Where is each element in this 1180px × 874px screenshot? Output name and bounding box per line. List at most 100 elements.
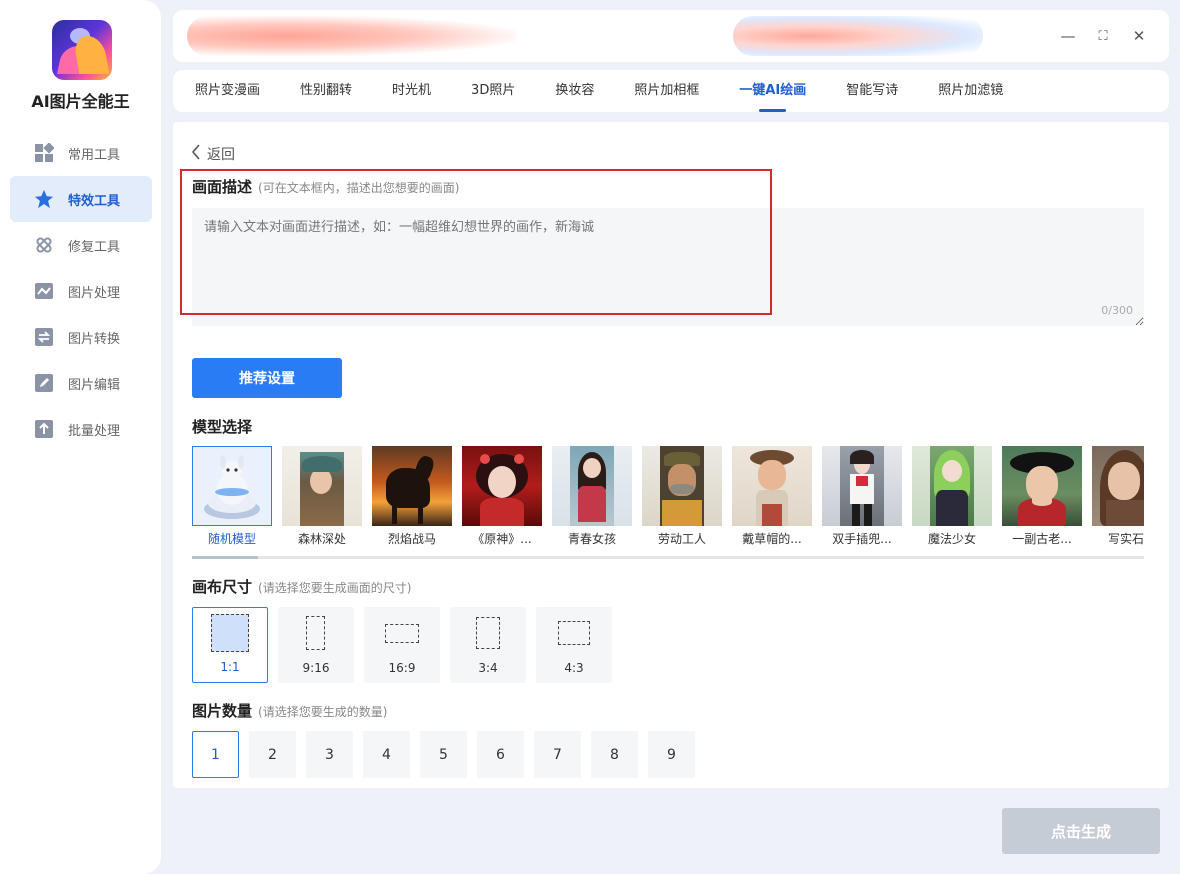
model-thumbnail bbox=[1002, 446, 1082, 526]
count-option[interactable]: 5 bbox=[420, 731, 467, 778]
model-label: 写实石板 bbox=[1107, 532, 1144, 546]
model-item[interactable]: 《原神》... bbox=[462, 446, 542, 550]
count-option[interactable]: 7 bbox=[534, 731, 581, 778]
sidebar-item-effects-tools[interactable]: 特效工具 bbox=[10, 176, 152, 222]
char-counter: 0/300 bbox=[1101, 304, 1133, 317]
blurred-banner bbox=[187, 16, 517, 56]
model-thumbnail bbox=[822, 446, 902, 526]
sidebar-item-common-tools[interactable]: 常用工具 bbox=[10, 130, 152, 176]
count-option[interactable]: 4 bbox=[363, 731, 410, 778]
model-thumbnail bbox=[1092, 446, 1144, 526]
ratio-preview bbox=[558, 621, 590, 645]
ratio-preview bbox=[306, 616, 325, 650]
count-option[interactable]: 2 bbox=[249, 731, 296, 778]
edit-icon bbox=[34, 373, 54, 393]
section-title: 图片数量 bbox=[192, 702, 253, 720]
tab-3d-photo[interactable]: 3D照片 bbox=[471, 70, 515, 112]
model-label: 戴草帽的... bbox=[742, 532, 802, 546]
model-item[interactable]: 劳动工人 bbox=[642, 446, 722, 550]
chevron-left-icon bbox=[191, 144, 201, 164]
section-hint: (请选择您要生成的数量) bbox=[258, 705, 388, 719]
model-label: 双手插兜... bbox=[832, 532, 892, 546]
count-option[interactable]: 9 bbox=[648, 731, 695, 778]
maximize-button[interactable]: ⛶ bbox=[1093, 26, 1113, 46]
model-label: 森林深处 bbox=[297, 532, 346, 546]
app-logo bbox=[52, 20, 112, 80]
model-thumbnail bbox=[732, 446, 812, 526]
sidebar-item-label: 图片处理 bbox=[68, 285, 121, 301]
back-button[interactable]: 返回 bbox=[191, 144, 235, 164]
tab-ai-painting[interactable]: 一键AI绘画 bbox=[739, 70, 806, 112]
recommend-settings-button[interactable]: 推荐设置 bbox=[192, 358, 342, 398]
count-option[interactable]: 1 bbox=[192, 731, 239, 778]
model-item-random[interactable]: 随机模型 bbox=[192, 446, 272, 550]
model-item[interactable]: 青春女孩 bbox=[552, 446, 632, 550]
model-item[interactable]: 森林深处 bbox=[282, 446, 362, 550]
model-list: 随机模型 森林深处 烈焰战马 《原神》... 青春女孩 劳动工人 戴草帽的...… bbox=[192, 446, 1144, 550]
tab-photo-filter[interactable]: 照片加滤镜 bbox=[938, 70, 1003, 112]
ratio-option-4-3[interactable]: 4:3 bbox=[536, 607, 612, 683]
title-bar: — ⛶ ✕ bbox=[173, 10, 1169, 62]
model-thumbnail bbox=[372, 446, 452, 526]
model-scrollbar[interactable] bbox=[192, 556, 1144, 559]
model-thumbnail bbox=[642, 446, 722, 526]
sidebar-item-label: 修复工具 bbox=[68, 239, 121, 255]
model-item[interactable]: 双手插兜... bbox=[822, 446, 902, 550]
ratio-preview bbox=[211, 614, 249, 652]
model-item[interactable]: 烈焰战马 bbox=[372, 446, 452, 550]
sidebar-item-label: 特效工具 bbox=[68, 193, 121, 209]
sidebar-item-image-edit[interactable]: 图片编辑 bbox=[10, 360, 152, 406]
ratio-preview bbox=[476, 617, 500, 649]
convert-icon bbox=[34, 327, 54, 347]
ratio-option-3-4[interactable]: 3:4 bbox=[450, 607, 526, 683]
ratio-label: 3:4 bbox=[478, 661, 498, 675]
ratio-option-1-1[interactable]: 1:1 bbox=[192, 607, 268, 683]
model-thumbnail bbox=[192, 446, 272, 526]
model-item[interactable]: 魔法少女 bbox=[912, 446, 992, 550]
upload-icon bbox=[34, 419, 54, 439]
count-option[interactable]: 6 bbox=[477, 731, 524, 778]
sidebar-item-image-processing[interactable]: 图片处理 bbox=[10, 268, 152, 314]
ratio-label: 4:3 bbox=[564, 661, 584, 675]
count-option[interactable]: 8 bbox=[591, 731, 638, 778]
tab-gender-swap[interactable]: 性别翻转 bbox=[300, 70, 352, 112]
sidebar-item-batch[interactable]: 批量处理 bbox=[10, 406, 152, 452]
highlight-box bbox=[180, 169, 772, 315]
minimize-button[interactable]: — bbox=[1058, 26, 1078, 46]
ratio-label: 1:1 bbox=[220, 660, 240, 674]
sidebar-item-image-convert[interactable]: 图片转换 bbox=[10, 314, 152, 360]
app-name: AI图片全能王 bbox=[31, 92, 130, 111]
ratio-label: 9:16 bbox=[302, 661, 330, 675]
main-panel: 返回 画面描述(可在文本框内，描述出您想要的画面) 0/300 推荐设置 模型选… bbox=[173, 122, 1169, 788]
model-label: 烈焰战马 bbox=[387, 532, 436, 546]
sidebar-item-repair-tools[interactable]: 修复工具 bbox=[10, 222, 152, 268]
model-item[interactable]: 戴草帽的... bbox=[732, 446, 812, 550]
ratio-option-9-16[interactable]: 9:16 bbox=[278, 607, 354, 683]
tab-photo-to-comic[interactable]: 照片变漫画 bbox=[195, 70, 260, 112]
scrollbar-thumb[interactable] bbox=[192, 556, 258, 559]
model-thumbnail bbox=[912, 446, 992, 526]
ratio-preview bbox=[385, 624, 419, 643]
generate-button[interactable]: 点击生成 bbox=[1002, 808, 1160, 854]
model-label: 魔法少女 bbox=[927, 532, 976, 546]
model-item[interactable]: 写实石板 bbox=[1092, 446, 1144, 550]
count-options: 1 2 3 4 5 6 7 8 9 bbox=[192, 731, 705, 778]
tab-makeup[interactable]: 换妆容 bbox=[555, 70, 594, 112]
tab-photo-frame[interactable]: 照片加相框 bbox=[634, 70, 699, 112]
tab-smart-poem[interactable]: 智能写诗 bbox=[846, 70, 898, 112]
model-section-title: 模型选择 bbox=[192, 418, 253, 436]
close-button[interactable]: ✕ bbox=[1129, 26, 1149, 46]
model-label: 一副古老... bbox=[1012, 532, 1072, 546]
sidebar-nav: 常用工具 特效工具 修复工具 图片处理 图片转换 图片编辑 批量处理 bbox=[10, 130, 152, 452]
section-hint: (请选择您要生成画面的尺寸) bbox=[258, 581, 412, 595]
model-label: 《原神》... bbox=[472, 532, 532, 546]
sidebar-item-label: 批量处理 bbox=[68, 423, 121, 439]
sidebar: AI图片全能王 常用工具 特效工具 修复工具 图片处理 图片转换 图片编辑 批量… bbox=[0, 0, 161, 874]
ratio-option-16-9[interactable]: 16:9 bbox=[364, 607, 440, 683]
tab-time-machine[interactable]: 时光机 bbox=[392, 70, 431, 112]
count-option[interactable]: 3 bbox=[306, 731, 353, 778]
model-item[interactable]: 一副古老... bbox=[1002, 446, 1082, 550]
model-thumbnail bbox=[282, 446, 362, 526]
grid-icon bbox=[34, 143, 54, 163]
model-thumbnail bbox=[552, 446, 632, 526]
